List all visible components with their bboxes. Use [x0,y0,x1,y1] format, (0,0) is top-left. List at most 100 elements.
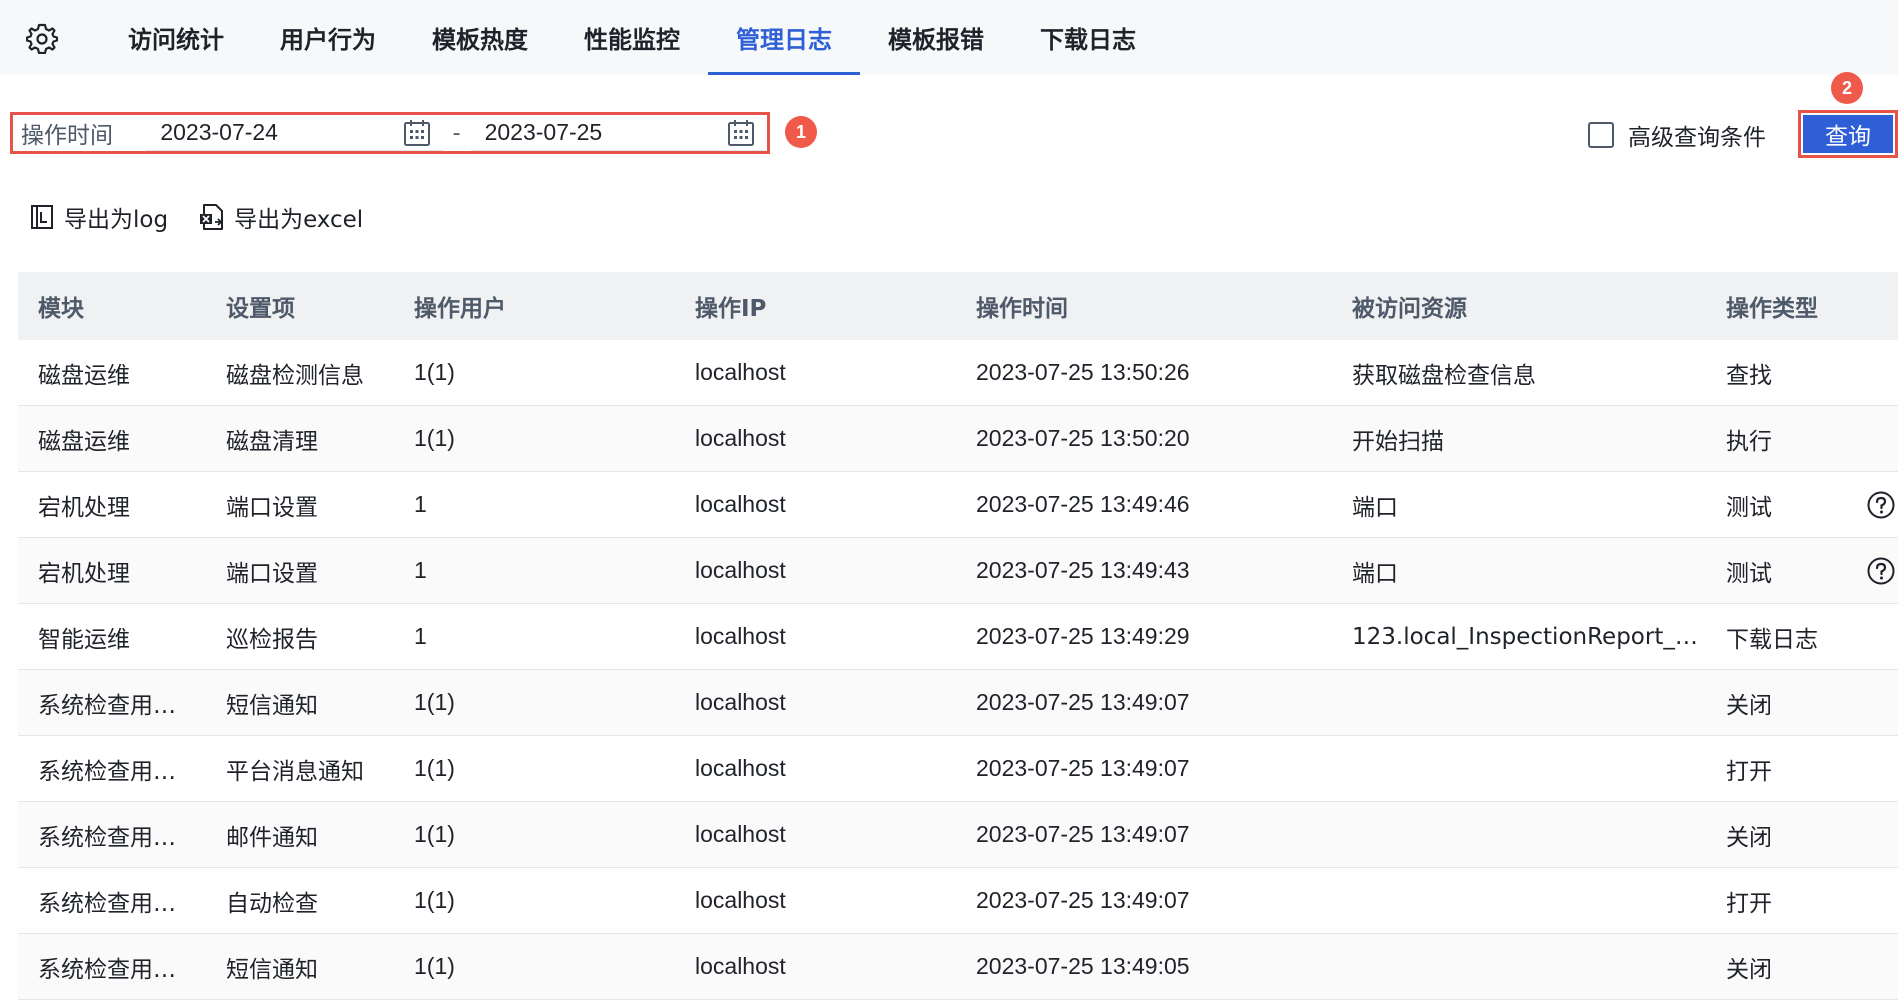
cell-time: 2023-07-25 13:49:43 [976,557,1190,583]
cell-time: 2023-07-25 13:50:20 [976,425,1190,451]
advanced-query-checkbox[interactable] [1588,122,1614,148]
step-badge-2: 2 [1831,72,1863,104]
column-header[interactable]: 被访问资源 [1332,289,1706,323]
tab-6[interactable]: 下载日志 [1012,0,1164,75]
tab-5[interactable]: 模板报错 [860,0,1012,75]
end-date-input[interactable]: 2023-07-25 [470,115,767,151]
table-row: 宕机处理 端口设置 1 localhost 2023-07-25 13:49:46 端口 测… [18,472,1898,538]
cell-user: 1(1) [414,755,455,781]
help-icon[interactable] [1866,556,1896,586]
cell-type: 关闭 [1726,692,1772,719]
table-row: 智能运维 巡检报告 1 localhost 2023-07-25 13:49:29 123… [18,604,1898,670]
tab-3[interactable]: 性能监控 [556,0,708,75]
cell-user: 1(1) [414,425,455,451]
cell-user: 1(1) [414,821,455,847]
cell-setting: 平台消息通知 [226,758,364,785]
export-excel-label: 导出为excel [234,207,364,233]
nav-tabs: 访问统计 用户行为 模板热度 性能监控 管理日志 模板报错 下载日志 [100,0,1164,75]
cell-type: 打开 [1726,890,1772,917]
gear-icon[interactable] [26,22,58,54]
cell-ip: localhost [695,821,786,847]
tab-0[interactable]: 访问统计 [100,0,252,75]
cell-setting: 短信通知 [226,956,318,983]
end-date-value: 2023-07-25 [484,119,603,145]
start-date-input[interactable]: 2023-07-24 [146,115,443,151]
column-header[interactable]: 操作时间 [956,289,1332,323]
cell-user: 1(1) [414,953,455,979]
cell-module: 磁盘运维 [38,362,130,389]
cell-time: 2023-07-25 13:49:05 [976,953,1190,979]
table-row: 系统检查用… 自动检查 1(1) localhost 2023-07-25 13:49:… [18,868,1898,934]
cell-resource: 端口 [1352,494,1398,521]
table-row: 系统检查用… 短信通知 1(1) localhost 2023-07-25 13:49:… [18,934,1898,1000]
table-row: 磁盘运维 磁盘检测信息 1(1) localhost 2023-07-25 13:50:… [18,340,1898,406]
cell-type: 执行 [1726,428,1772,455]
cell-time: 2023-07-25 13:49:46 [976,491,1190,517]
management-log-table: 模块 设置项 操作用户 操作IP 操作时间 被访问资源 操作类型 磁盘运维 磁盘检测信息 1(1… [18,272,1898,1000]
column-header[interactable]: 设置项 [206,289,394,323]
export-log-label: 导出为log [64,207,169,233]
table-row: 系统检查用… 平台消息通知 1(1) localhost 2023-07-25 13:4… [18,736,1898,802]
date-range-picker: 操作时间 2023-07-24 - 2023-07-25 [10,112,770,154]
cell-type: 测试 [1726,494,1772,521]
cell-user: 1(1) [414,689,455,715]
cell-ip: localhost [695,689,786,715]
cell-time: 2023-07-25 13:49:07 [976,755,1190,781]
cell-user: 1(1) [414,359,455,385]
export-log-button[interactable]: 导出为log [28,200,168,234]
cell-module: 宕机处理 [38,560,130,587]
step-badge-1: 1 [785,116,817,148]
cell-ip: localhost [695,557,786,583]
cell-help [1866,556,1898,586]
cell-user: 1(1) [414,887,455,913]
export-excel-button[interactable]: 导出为excel [198,200,363,234]
query-button[interactable]: 查询 [1803,115,1893,153]
cell-user: 1 [414,557,427,583]
export-excel-icon [200,204,224,230]
cell-ip: localhost [695,359,786,385]
help-icon[interactable] [1866,490,1896,520]
column-header[interactable]: 模块 [18,289,206,323]
cell-setting: 端口设置 [226,560,318,587]
cell-ip: localhost [695,623,786,649]
date-range-label: 操作时间 [21,123,113,149]
cell-ip: localhost [695,755,786,781]
advanced-query-label: 高级查询条件 [1628,125,1766,151]
top-nav-bar: 访问统计 用户行为 模板热度 性能监控 管理日志 模板报错 下载日志 [0,0,1898,75]
table-body: 磁盘运维 磁盘检测信息 1(1) localhost 2023-07-25 13:50:… [18,340,1898,1000]
cell-setting: 自动检查 [226,890,318,917]
column-header[interactable]: 操作类型 [1706,289,1866,323]
cell-ip: localhost [695,887,786,913]
cell-module: 系统检查用… [38,692,176,719]
tab-2[interactable]: 模板热度 [404,0,556,75]
cell-module: 系统检查用… [38,890,176,917]
cell-time: 2023-07-25 13:49:07 [976,887,1190,913]
advanced-query-toggle[interactable]: 高级查询条件 [1588,118,1766,152]
table-row: 系统检查用… 短信通知 1(1) localhost 2023-07-25 13:49:… [18,670,1898,736]
tab-4[interactable]: 管理日志 [708,0,860,75]
cell-type: 查找 [1726,362,1772,389]
cell-time: 2023-07-25 13:49:07 [976,689,1190,715]
tab-1[interactable]: 用户行为 [252,0,404,75]
cell-help [1866,490,1898,520]
column-header[interactable]: 操作IP [675,289,956,323]
cell-type: 打开 [1726,758,1772,785]
calendar-icon[interactable] [727,119,755,147]
cell-resource: 获取磁盘检查信息 [1352,362,1536,389]
calendar-icon[interactable] [403,119,431,147]
cell-module: 系统检查用… [38,758,176,785]
cell-setting: 邮件通知 [226,824,318,851]
cell-module: 系统检查用… [38,824,176,851]
cell-module: 系统检查用… [38,956,176,983]
column-header[interactable]: 操作用户 [394,289,675,323]
table-row: 宕机处理 端口设置 1 localhost 2023-07-25 13:49:43 端口 测… [18,538,1898,604]
start-date-value: 2023-07-24 [160,119,278,145]
query-button-highlight: 查询 [1798,110,1898,158]
cell-module: 智能运维 [38,626,130,653]
cell-time: 2023-07-25 13:50:26 [976,359,1190,385]
table-row: 磁盘运维 磁盘清理 1(1) localhost 2023-07-25 13:50:20… [18,406,1898,472]
cell-resource: 123.local_InspectionReport_2… [1352,623,1706,650]
table-row: 系统检查用… 邮件通知 1(1) localhost 2023-07-25 13:49:… [18,802,1898,868]
cell-time: 2023-07-25 13:49:07 [976,821,1190,847]
cell-setting: 短信通知 [226,692,318,719]
